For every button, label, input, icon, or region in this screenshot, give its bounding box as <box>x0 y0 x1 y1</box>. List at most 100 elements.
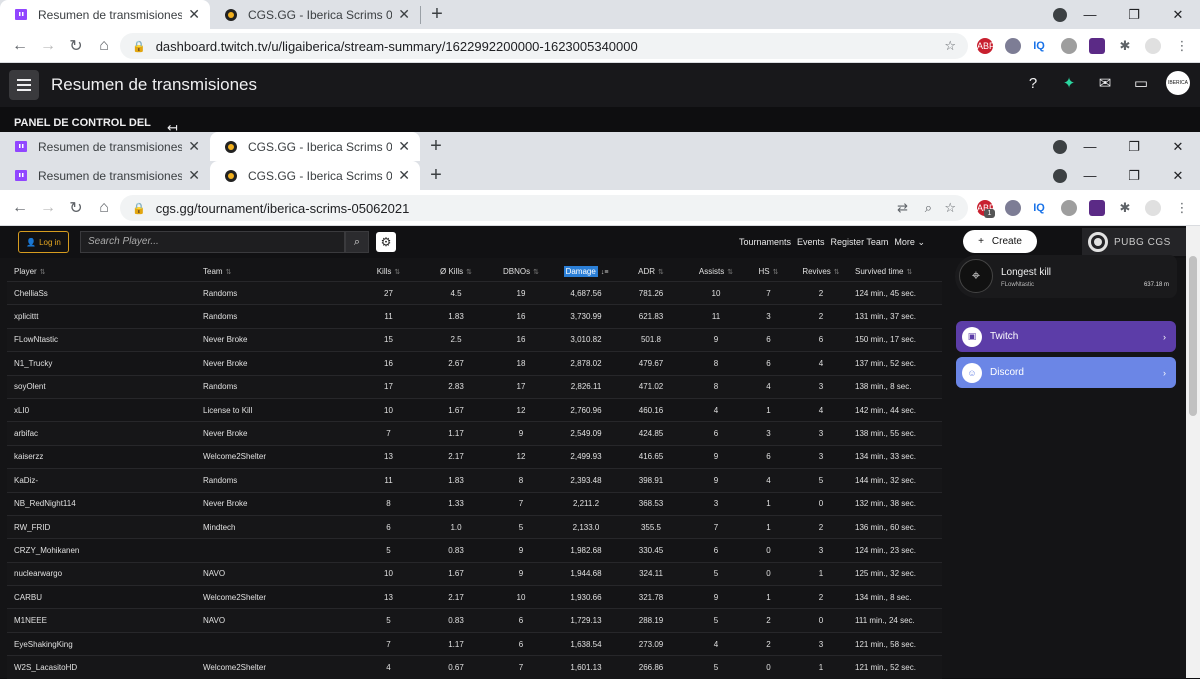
back-arrow-icon[interactable]: ← <box>6 199 34 217</box>
longest-kill-player[interactable]: FLowNtastic <box>1001 282 1034 288</box>
login-button[interactable]: 👤 Log in <box>18 231 69 253</box>
header-team[interactable]: Team ⇅ <box>196 267 351 276</box>
player-name[interactable]: KaDiz- <box>7 476 196 485</box>
header-avg-kills[interactable]: Ø Kills ⇅ <box>426 267 486 276</box>
discord-link-button[interactable]: ☺ Discord › <box>956 357 1176 388</box>
back-arrow-icon[interactable]: ← <box>6 37 34 55</box>
bookmark-star-icon[interactable]: ☆ <box>944 200 956 216</box>
team-name[interactable]: Randoms <box>196 476 351 485</box>
player-name[interactable]: xLI0 <box>7 406 196 415</box>
nav-tournaments[interactable]: Tournaments <box>739 237 791 248</box>
restore-icon[interactable]: ❐ <box>1112 7 1156 23</box>
extension-gray-icon[interactable] <box>1061 38 1077 54</box>
home-icon[interactable]: ⌂ <box>90 37 118 55</box>
player-name[interactable]: CARBU <box>7 593 196 602</box>
team-name[interactable]: NAVO <box>196 616 351 625</box>
close-tab-icon[interactable]: ✕ <box>188 138 200 155</box>
close-window-icon[interactable]: ✕ <box>1156 168 1200 184</box>
minimize-icon[interactable]: — <box>1068 168 1112 183</box>
home-icon[interactable]: ⌂ <box>90 199 118 217</box>
iq-extension-icon[interactable]: IQ <box>1031 200 1047 216</box>
team-name[interactable]: NAVO <box>196 569 351 578</box>
chrome-menu-icon[interactable]: ⋮ <box>1174 200 1190 216</box>
pubg-cgs-logo[interactable]: PUBG CGS <box>1082 228 1186 256</box>
create-button[interactable]: + Create <box>963 230 1037 253</box>
player-name[interactable]: W2S_LacasitoHD <box>7 663 196 672</box>
close-tab-icon[interactable]: ✕ <box>398 167 410 184</box>
team-name[interactable]: Welcome2Shelter <box>196 593 351 602</box>
player-name[interactable]: ChelliaSs <box>7 289 196 298</box>
page-scrollbar[interactable] <box>1186 226 1200 678</box>
player-name[interactable]: N1_Trucky <box>7 359 196 368</box>
team-name[interactable]: Randoms <box>196 312 351 321</box>
header-assists[interactable]: Assists ⇅ <box>686 267 746 276</box>
nav-events[interactable]: Events <box>797 237 825 248</box>
team-name[interactable]: Never Broke <box>196 359 351 368</box>
close-tab-icon[interactable]: ✕ <box>398 6 410 23</box>
search-player-input[interactable]: Search Player... <box>80 231 345 253</box>
close-tab-icon[interactable]: ✕ <box>188 167 200 184</box>
team-name[interactable]: Never Broke <box>196 335 351 344</box>
header-damage[interactable]: Damage ↓≡ <box>556 265 616 277</box>
team-name[interactable]: License to Kill <box>196 406 351 415</box>
nav-register-team[interactable]: Register Team <box>831 237 889 248</box>
team-name[interactable]: Never Broke <box>196 499 351 508</box>
new-tab-icon[interactable]: + <box>420 135 452 158</box>
shadow-tab-cgs[interactable]: CGS.GG - Iberica Scrims 06/06/20 ✕ <box>210 132 420 161</box>
reload-icon[interactable]: ↻ <box>62 36 90 56</box>
header-survived-time[interactable]: Survived time ⇅ <box>851 267 941 276</box>
header-revives[interactable]: Revives ⇅ <box>791 267 851 276</box>
new-tab-icon[interactable]: + <box>421 3 453 26</box>
team-name[interactable]: Randoms <box>196 289 351 298</box>
zoom-icon[interactable]: ⌕ <box>925 200 932 216</box>
url-field[interactable]: 🔒 cgs.gg/tournament/iberica-scrims-05062… <box>120 195 968 221</box>
new-tab-icon[interactable]: + <box>420 164 452 187</box>
bookmark-star-icon[interactable]: ☆ <box>944 38 956 54</box>
restore-icon[interactable]: ❐ <box>1112 168 1156 184</box>
search-icon[interactable]: ⌕ <box>345 231 369 253</box>
back-tab-twitch[interactable]: Resumen de transmisiones - Twit ✕ <box>0 0 210 29</box>
minimize-icon[interactable]: — <box>1068 139 1112 154</box>
player-name[interactable]: nuclearwargo <box>7 569 196 578</box>
restore-icon[interactable]: ❐ <box>1112 139 1156 155</box>
player-name[interactable]: FLowNtastic <box>7 335 196 344</box>
header-player[interactable]: Player ⇅ <box>7 267 196 276</box>
extensions-puzzle-icon[interactable]: ✱ <box>1117 38 1133 54</box>
player-name[interactable]: arbifac <box>7 429 196 438</box>
player-name[interactable]: soyOlent <box>7 382 196 391</box>
forward-arrow-icon[interactable]: → <box>34 37 62 55</box>
help-icon[interactable]: ? <box>1022 75 1044 92</box>
header-dbnos[interactable]: DBNOs ⇅ <box>486 267 556 276</box>
chrome-menu-icon[interactable]: ⋮ <box>1174 38 1190 54</box>
player-name[interactable]: M1NEEE <box>7 616 196 625</box>
team-name[interactable]: Never Broke <box>196 429 351 438</box>
header-kills[interactable]: Kills ⇅ <box>351 267 426 276</box>
extension-purple-icon[interactable] <box>1089 38 1105 54</box>
player-name[interactable]: kaiserzz <box>7 452 196 461</box>
sparkle-icon[interactable]: ✦ <box>1058 74 1080 92</box>
player-name[interactable]: EyeShakingKing <box>7 640 196 649</box>
extensions-puzzle-icon[interactable]: ✱ <box>1117 200 1133 216</box>
gear-icon[interactable]: ⚙ <box>376 232 396 252</box>
forward-arrow-icon[interactable]: → <box>34 199 62 217</box>
translate-icon[interactable]: ⇄ <box>897 200 908 216</box>
team-name[interactable]: Welcome2Shelter <box>196 663 351 672</box>
extension-gray-icon[interactable] <box>1061 200 1077 216</box>
iq-extension-icon[interactable]: IQ <box>1031 38 1047 54</box>
twitch-link-button[interactable]: ▣ Twitch › <box>956 321 1176 352</box>
shadow-tab-twitch[interactable]: Resumen de transmisiones - Twit ✕ <box>0 132 210 161</box>
reload-icon[interactable]: ↻ <box>62 198 90 218</box>
nav-more[interactable]: More ⌄ <box>894 237 925 248</box>
minimize-icon[interactable]: — <box>1068 7 1112 22</box>
close-tab-icon[interactable]: ✕ <box>188 6 200 23</box>
team-name[interactable]: Mindtech <box>196 523 351 532</box>
profile-avatar[interactable] <box>1145 38 1161 54</box>
player-name[interactable]: NB_RedNight114 <box>7 499 196 508</box>
tab-cgs[interactable]: CGS.GG - Iberica Scrims 06/06/20 ✕ <box>210 161 420 190</box>
profile-avatar[interactable] <box>1145 200 1161 216</box>
extension-circle-icon[interactable] <box>1005 200 1021 216</box>
player-name[interactable]: xplicittt <box>7 312 196 321</box>
close-window-icon[interactable]: ✕ <box>1156 139 1200 155</box>
extension-purple-icon[interactable] <box>1089 200 1105 216</box>
whispers-icon[interactable]: ▭ <box>1130 74 1152 92</box>
